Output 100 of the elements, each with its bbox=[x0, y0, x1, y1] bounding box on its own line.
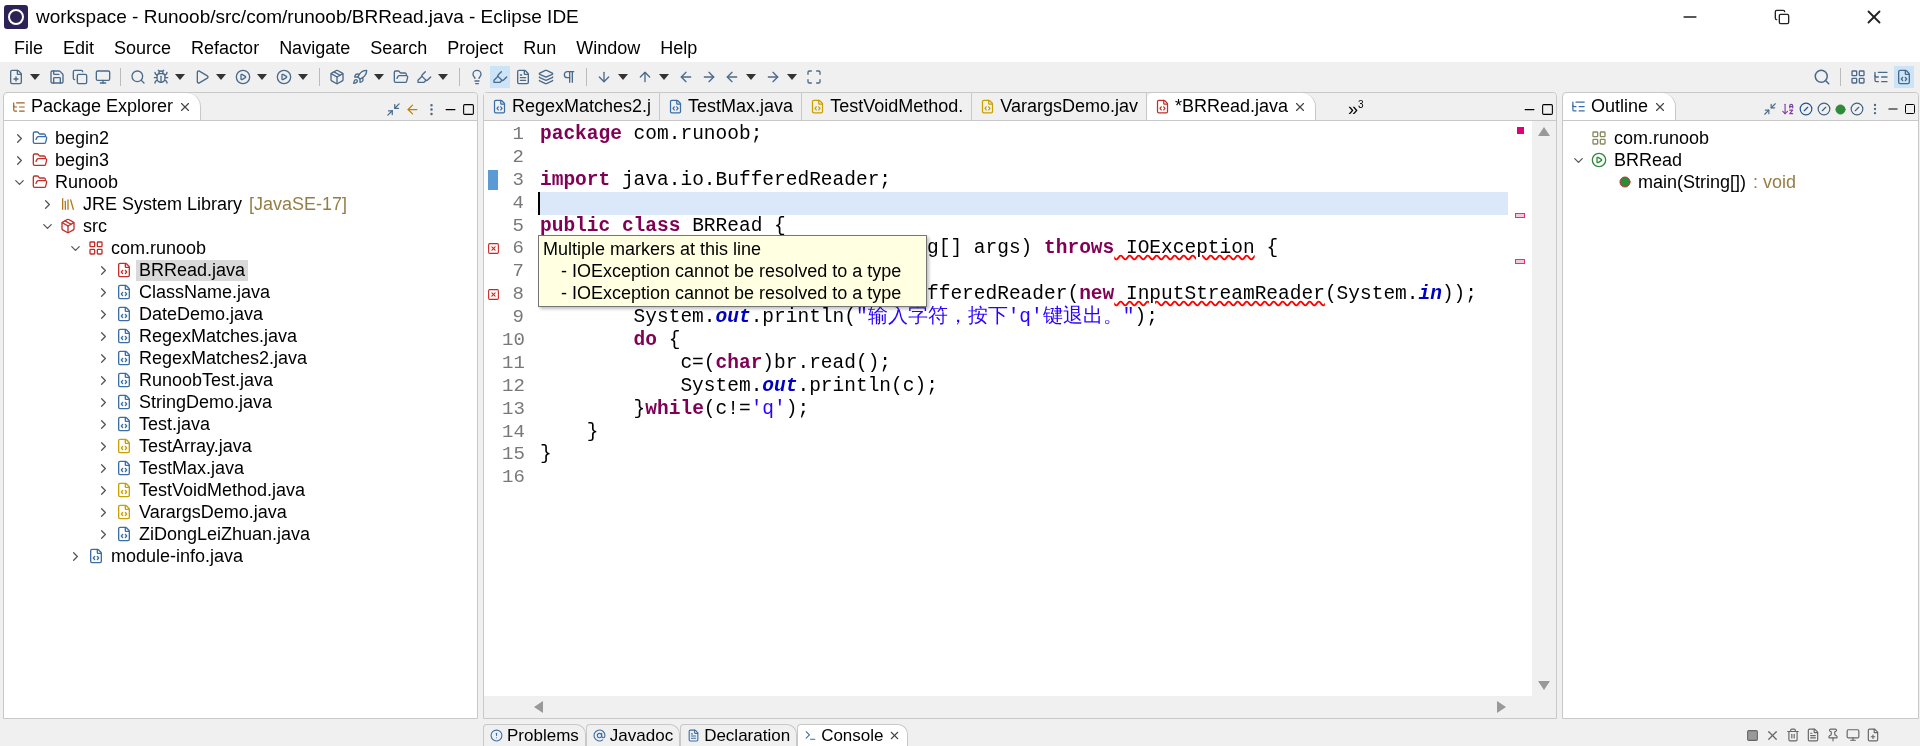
tree-item[interactable]: src bbox=[80, 215, 110, 237]
code-line: } bbox=[540, 443, 552, 466]
code-line: do { bbox=[632, 329, 681, 351]
tree-item[interactable]: VarargsDemo.java bbox=[136, 501, 290, 523]
dropdown-caret-icon[interactable] bbox=[438, 74, 448, 80]
code-line: import java.io.BufferedReader; bbox=[540, 168, 892, 191]
tree-item[interactable]: ZiDongLeiZhuan.java bbox=[136, 523, 314, 545]
tab-label: Outline bbox=[1591, 96, 1649, 117]
java-file-icon bbox=[88, 548, 104, 564]
java-file-warning-icon bbox=[980, 99, 996, 114]
code-line: fferedReader(new InputStreamReader(System.in)); bbox=[927, 283, 1477, 306]
menu-item[interactable]: Help bbox=[650, 37, 708, 59]
restore-icon[interactable] bbox=[1774, 9, 1790, 25]
menu-item[interactable]: Source bbox=[104, 37, 182, 59]
menu-item[interactable]: Edit bbox=[53, 37, 105, 59]
tab-label: TestMax.java bbox=[688, 96, 794, 117]
editor-tab[interactable]: RegexMatches2.j bbox=[484, 93, 661, 120]
code-line: }while(c!='q'); bbox=[632, 397, 810, 420]
vertical-scrollbar[interactable] bbox=[1532, 121, 1556, 696]
menu-item[interactable]: Search bbox=[360, 37, 438, 59]
pin-icon[interactable] bbox=[1826, 728, 1840, 742]
java-file-icon bbox=[116, 526, 132, 542]
tree-item[interactable]: BRRead.java bbox=[136, 259, 249, 281]
line-number: 8 bbox=[511, 283, 524, 307]
tree-item[interactable]: begin2 bbox=[52, 127, 113, 149]
tree-item[interactable]: TestMax.java bbox=[136, 457, 248, 479]
menu-item[interactable]: Navigate bbox=[269, 37, 361, 59]
app-logo-icon bbox=[4, 5, 28, 29]
display-icon[interactable] bbox=[1846, 728, 1860, 742]
code-line: System.out.println("输入字符，按下'q'键退出。"); bbox=[632, 306, 1158, 329]
error-overview-mark bbox=[1515, 212, 1525, 218]
tree-item[interactable]: JRE System Library bbox=[80, 193, 246, 215]
tree-item[interactable]: com.runoob bbox=[108, 237, 210, 259]
clear-console-icon[interactable] bbox=[1806, 728, 1820, 742]
tree-item[interactable]: begin3 bbox=[52, 149, 113, 171]
tree-item[interactable]: Test.java bbox=[136, 413, 214, 435]
dropdown-caret-icon[interactable] bbox=[618, 74, 628, 80]
java-file-warning-icon bbox=[116, 482, 132, 498]
dropdown-caret-icon[interactable] bbox=[175, 74, 185, 80]
tree-item[interactable]: main(String[]) bbox=[1635, 171, 1750, 193]
dropdown-caret-icon[interactable] bbox=[746, 74, 756, 80]
java-file-icon bbox=[116, 372, 132, 388]
dropdown-caret-icon[interactable] bbox=[257, 74, 267, 80]
menu-item[interactable]: Refactor bbox=[181, 37, 270, 59]
tree-item[interactable]: ClassName.java bbox=[136, 281, 274, 303]
tree-item[interactable]: StringDemo.java bbox=[136, 391, 276, 413]
dropdown-caret-icon[interactable] bbox=[298, 74, 308, 80]
java-file-icon bbox=[116, 394, 132, 410]
tree-item[interactable]: Runoob bbox=[52, 171, 122, 193]
dropdown-caret-icon[interactable] bbox=[659, 74, 669, 80]
dropdown-caret-icon[interactable] bbox=[216, 74, 226, 80]
tree-item[interactable]: module-info.java bbox=[108, 545, 247, 567]
view-tab[interactable]: Console bbox=[797, 724, 908, 746]
tree-item[interactable]: TestVoidMethod.java bbox=[136, 479, 309, 501]
package-error-icon bbox=[88, 240, 104, 256]
java-file-warning-icon bbox=[116, 438, 132, 454]
menu-item[interactable]: Run bbox=[513, 37, 567, 59]
menu-item[interactable]: Window bbox=[566, 37, 651, 59]
tab-label: Console bbox=[821, 725, 884, 746]
new-console-icon[interactable] bbox=[1866, 728, 1880, 742]
java-perspective-icon[interactable] bbox=[1894, 66, 1914, 88]
tree-item[interactable]: DateDemo.java bbox=[136, 303, 267, 325]
menu-item[interactable]: Project bbox=[437, 37, 514, 59]
code-line: public class BRRead { bbox=[540, 214, 786, 237]
java-file-warning-icon bbox=[810, 99, 826, 114]
error-overview-mark bbox=[1515, 258, 1525, 264]
tab-label: *BRRead.java bbox=[1174, 96, 1288, 117]
package-explorer-icon bbox=[12, 99, 26, 114]
library-icon bbox=[60, 196, 76, 212]
editor-tab[interactable]: *BRRead.java bbox=[1146, 93, 1316, 120]
dropdown-caret-icon[interactable] bbox=[787, 74, 797, 80]
tree-item[interactable]: BRRead bbox=[1611, 149, 1686, 171]
tree-item[interactable]: RegexMatches.java bbox=[136, 325, 301, 347]
java-file-icon bbox=[116, 306, 132, 322]
menu-item[interactable]: File bbox=[4, 37, 53, 59]
line-number: 12 bbox=[502, 374, 524, 398]
highlight-icon[interactable] bbox=[490, 66, 510, 88]
tree-item[interactable]: com.runoob bbox=[1611, 127, 1713, 149]
code-line: System.out.println(c); bbox=[679, 374, 938, 397]
package-explorer-tab[interactable]: Package Explorer bbox=[4, 93, 202, 120]
view-tab[interactable]: Javadoc bbox=[585, 724, 681, 746]
tree-item[interactable]: TestArray.java bbox=[136, 435, 255, 457]
outline-tab[interactable]: Outline bbox=[1563, 93, 1677, 120]
line-number: 13 bbox=[502, 397, 524, 421]
view-tab[interactable]: Problems bbox=[483, 724, 586, 746]
remove-all-icon[interactable] bbox=[1786, 728, 1800, 742]
tab-label: VarargsDemo.jav bbox=[1000, 96, 1138, 117]
stop-icon[interactable] bbox=[1746, 728, 1759, 742]
line-number: 5 bbox=[511, 214, 524, 238]
horizontal-scrollbar[interactable] bbox=[484, 696, 1556, 718]
tab-label: Declaration bbox=[704, 725, 791, 746]
tree-item[interactable]: RegexMatches2.java bbox=[136, 347, 311, 369]
line-number: 15 bbox=[502, 443, 524, 467]
line-number: 6 bbox=[511, 237, 524, 261]
dropdown-caret-icon[interactable] bbox=[30, 74, 40, 80]
tree-item[interactable]: RunoobTest.java bbox=[136, 369, 277, 391]
view-tab-icon bbox=[687, 729, 701, 742]
java-file-icon bbox=[116, 284, 132, 300]
view-tab[interactable]: Declaration bbox=[680, 724, 798, 746]
dropdown-caret-icon[interactable] bbox=[374, 74, 384, 80]
